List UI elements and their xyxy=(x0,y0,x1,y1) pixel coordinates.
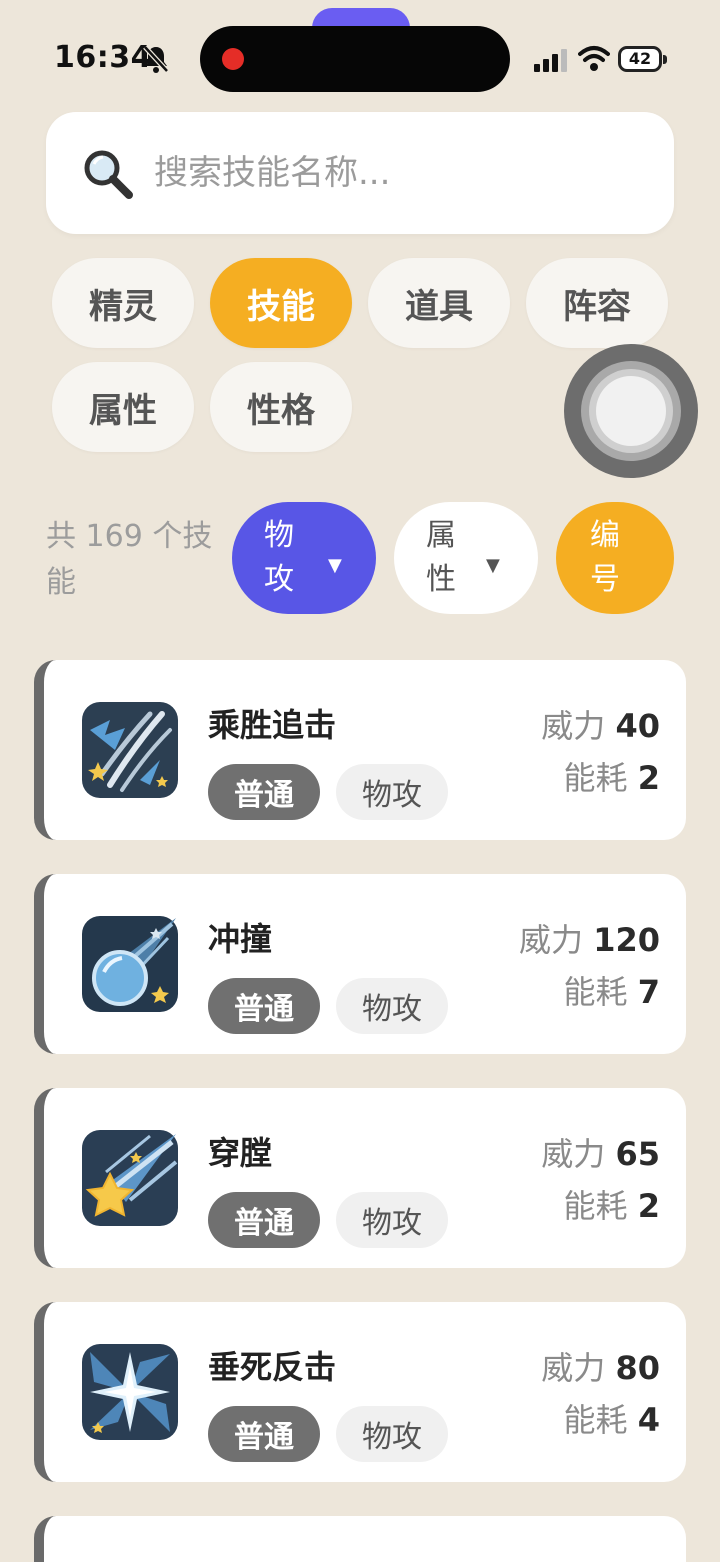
burst-star-icon xyxy=(82,1344,178,1440)
category-tag: 物攻 xyxy=(336,1192,448,1248)
cost-value: 2 xyxy=(637,1187,660,1225)
skill-card[interactable]: 冲撞 普通 物攻 威力 120 能耗 7 xyxy=(34,874,686,1054)
cost-value: 4 xyxy=(637,1401,660,1439)
skill-name: 乘胜追击 xyxy=(208,706,337,744)
element-tag: 普通 xyxy=(208,764,320,820)
power-label: 威力 xyxy=(541,707,606,745)
cellular-signal-icon xyxy=(534,49,567,72)
dynamic-island xyxy=(200,26,510,92)
sort-by-number-button[interactable]: 编号 xyxy=(556,502,674,614)
battery-indicator: 42 xyxy=(618,46,667,72)
comet-icon xyxy=(82,916,178,1012)
cost-value: 7 xyxy=(637,973,660,1011)
skill-stats: 威力 65 能耗 2 xyxy=(541,1128,660,1232)
status-time: 16:34 xyxy=(54,40,152,75)
claw-slash-icon xyxy=(82,702,178,798)
skill-count: 共 169 个技能 xyxy=(46,519,213,600)
cost-label: 能耗 xyxy=(563,1401,628,1439)
wifi-icon xyxy=(578,46,610,71)
cost-label: 能耗 xyxy=(563,973,628,1011)
recording-dot-icon xyxy=(222,48,244,70)
category-tag: 物攻 xyxy=(336,764,448,820)
attribute-filter-label: 属性 xyxy=(426,518,456,597)
cost-label: 能耗 xyxy=(563,759,628,797)
skill-name: 穿膛 xyxy=(208,1134,273,1172)
skill-card[interactable]: 垂死反击 普通 物攻 威力 80 能耗 4 xyxy=(34,1302,686,1482)
element-tag: 普通 xyxy=(208,978,320,1034)
search-input[interactable] xyxy=(154,153,634,193)
attribute-filter-dropdown[interactable]: 属性 ▼ xyxy=(394,502,538,614)
power-label: 威力 xyxy=(519,921,584,959)
cost-value: 2 xyxy=(637,759,660,797)
skill-name: 冲撞 xyxy=(208,920,273,958)
cost-label: 能耗 xyxy=(563,1187,628,1225)
tab-lineup[interactable]: 阵容 xyxy=(526,258,668,348)
caret-down-icon: ▼ xyxy=(486,555,500,576)
tab-pets[interactable]: 精灵 xyxy=(52,258,194,348)
tab-skills[interactable]: 技能 xyxy=(210,258,352,348)
category-tag: 物攻 xyxy=(336,978,448,1034)
power-label: 威力 xyxy=(541,1349,606,1387)
shooting-star-icon xyxy=(82,1130,178,1226)
power-value: 40 xyxy=(615,707,660,745)
tab-attributes[interactable]: 属性 xyxy=(52,362,194,452)
skill-card[interactable]: 穿膛 普通 物攻 威力 65 能耗 2 xyxy=(34,1088,686,1268)
sort-label: 编号 xyxy=(590,518,620,597)
skill-card-partial[interactable] xyxy=(34,1516,686,1562)
magnifier-icon xyxy=(84,150,133,199)
power-value: 80 xyxy=(615,1349,660,1387)
category-tag: 物攻 xyxy=(336,1406,448,1462)
power-value: 120 xyxy=(593,921,660,959)
tab-natures[interactable]: 性格 xyxy=(210,362,352,452)
status-bar: 16:34 42 xyxy=(0,0,720,110)
skill-stats: 威力 80 能耗 4 xyxy=(541,1342,660,1446)
type-filter-label: 物攻 xyxy=(264,518,294,597)
caret-down-icon: ▼ xyxy=(328,555,342,576)
skill-stats: 威力 120 能耗 7 xyxy=(519,914,660,1018)
tab-items[interactable]: 道具 xyxy=(368,258,510,348)
search-bar[interactable] xyxy=(46,112,674,234)
power-label: 威力 xyxy=(541,1135,606,1173)
type-filter-dropdown[interactable]: 物攻 ▼ xyxy=(232,502,376,614)
element-tag: 普通 xyxy=(208,1406,320,1462)
element-tag: 普通 xyxy=(208,1192,320,1248)
assistive-touch-button[interactable] xyxy=(564,344,698,478)
skill-stats: 威力 40 能耗 2 xyxy=(541,700,660,804)
bell-slash-icon xyxy=(143,45,169,73)
skill-name: 垂死反击 xyxy=(208,1348,337,1386)
skill-card[interactable]: 乘胜追击 普通 物攻 威力 40 能耗 2 xyxy=(34,660,686,840)
power-value: 65 xyxy=(615,1135,660,1173)
